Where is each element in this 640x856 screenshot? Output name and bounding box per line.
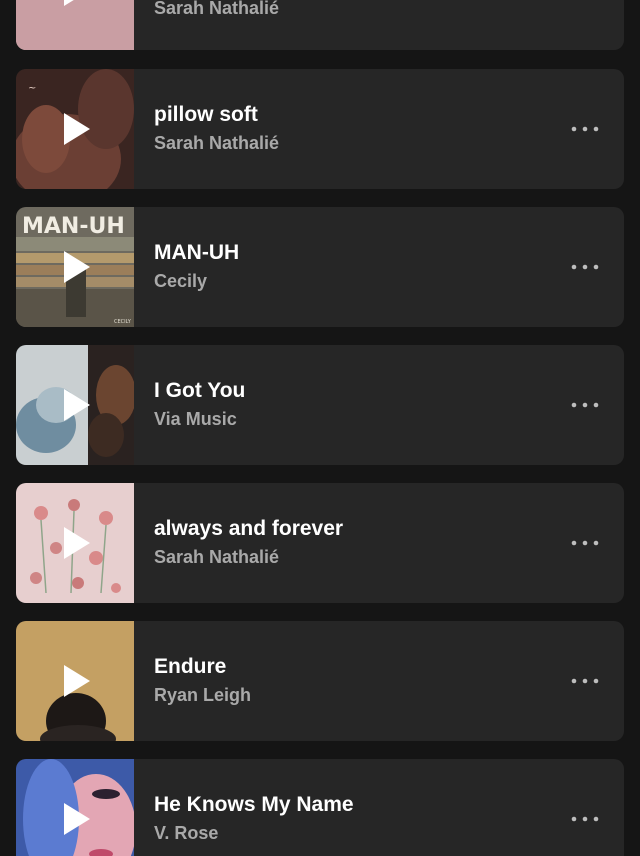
album-art — [16, 345, 134, 465]
track-artist: Ryan Leigh — [154, 685, 252, 705]
track-card[interactable]: He Knows My Name V. Rose — [16, 759, 624, 856]
track-title: pillow soft — [154, 103, 258, 126]
play-icon[interactable] — [62, 387, 92, 423]
track-artist: Sarah Nathalié — [154, 0, 280, 18]
track-card[interactable]: Endure Ryan Leigh — [16, 621, 624, 741]
more-options-icon[interactable] — [570, 535, 600, 551]
track-card[interactable]: always and forever Sarah Nathalié — [16, 483, 624, 603]
album-art — [16, 483, 134, 603]
more-options-icon[interactable] — [570, 673, 600, 689]
track-title: always and forever — [154, 517, 344, 540]
track-artist: V. Rose — [154, 823, 219, 843]
track-artist: Sarah Nathalié — [154, 133, 280, 153]
track-title: Endure — [154, 655, 227, 678]
svg-text:~: ~ — [28, 83, 36, 94]
track-card[interactable]: Sarah Nathalié — [16, 0, 624, 50]
album-art — [16, 621, 134, 741]
play-icon[interactable] — [62, 249, 92, 285]
play-icon[interactable] — [62, 663, 92, 699]
track-artist: Sarah Nathalié — [154, 547, 280, 567]
track-title: MAN-UH — [154, 241, 240, 264]
track-title: He Knows My Name — [154, 793, 354, 816]
more-options-icon[interactable] — [570, 811, 600, 827]
album-art-text: MAN-UH — [22, 214, 125, 239]
album-art: MAN-UH CECILY — [16, 207, 134, 327]
track-list: Sarah Nathalié ~ pillow soft Sarah Natha… — [0, 0, 640, 856]
more-options-icon[interactable] — [570, 121, 600, 137]
more-options-icon[interactable] — [570, 397, 600, 413]
album-art — [16, 0, 134, 50]
track-artist: Via Music — [154, 409, 237, 429]
album-art: ~ — [16, 69, 134, 189]
track-title: I Got You — [154, 379, 246, 402]
album-art-small-text: CECILY — [114, 319, 132, 325]
play-icon[interactable] — [62, 111, 92, 147]
track-card[interactable]: MAN-UH CECILY MAN-UH Cecily — [16, 207, 624, 327]
track-artist: Cecily — [154, 271, 208, 291]
track-card[interactable]: ~ pillow soft Sarah Nathalié — [16, 69, 624, 189]
track-card[interactable]: I Got You Via Music — [16, 345, 624, 465]
more-options-icon[interactable] — [570, 259, 600, 275]
play-icon[interactable] — [62, 0, 92, 8]
album-art — [16, 759, 134, 856]
play-icon[interactable] — [62, 525, 92, 561]
play-icon[interactable] — [62, 801, 92, 837]
